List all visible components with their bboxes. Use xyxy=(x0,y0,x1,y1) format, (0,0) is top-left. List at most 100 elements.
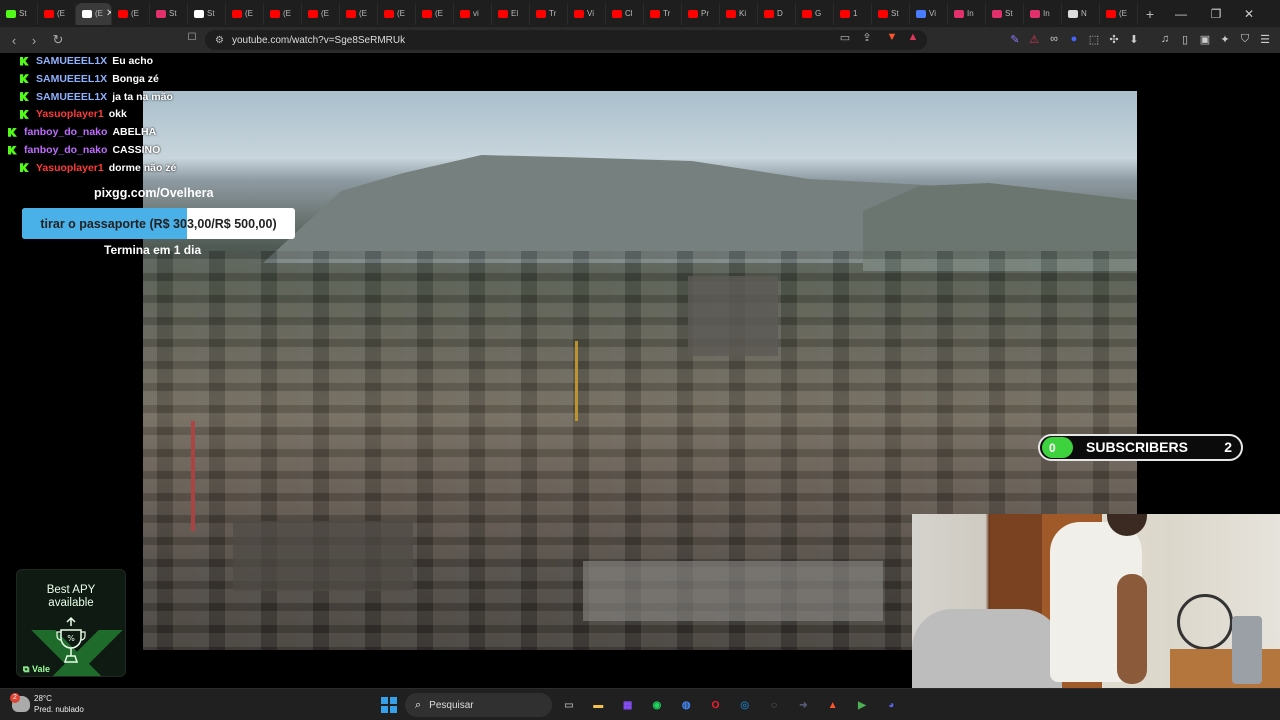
browser-tab[interactable]: (E xyxy=(378,2,416,25)
browser-tab[interactable]: (E xyxy=(264,2,302,25)
app-icon[interactable]: ◌ xyxy=(765,696,783,714)
browser-tab[interactable]: (E✕ xyxy=(76,2,112,25)
forward-button[interactable]: › xyxy=(24,30,44,50)
tab-label: Vi xyxy=(929,9,936,18)
browser-tab[interactable]: (E xyxy=(1100,2,1138,25)
window-close-button[interactable]: ✕ xyxy=(1232,0,1266,27)
download-icon[interactable]: ⬇ xyxy=(1127,32,1141,46)
browser-tab[interactable]: N xyxy=(1062,2,1100,25)
browser-tab[interactable]: (E xyxy=(112,2,150,25)
bottles xyxy=(1232,616,1262,684)
steam-icon[interactable]: ◎ xyxy=(736,696,754,714)
wallet-icon[interactable]: ▣ xyxy=(1198,32,1212,46)
browser-tab[interactable]: In xyxy=(948,2,986,25)
browser-tab[interactable]: 1 xyxy=(834,2,872,25)
browser-tab[interactable]: (E xyxy=(302,2,340,25)
browser-tab[interactable]: St xyxy=(986,2,1024,25)
browser-tab[interactable]: Vi xyxy=(568,2,606,25)
discord-icon[interactable]: ◕ xyxy=(882,696,900,714)
browser-tab[interactable]: Pr xyxy=(682,2,720,25)
vale-logo-icon: ⧉ xyxy=(23,664,32,674)
mask-icon[interactable]: ∞ xyxy=(1047,32,1061,46)
reload-button[interactable]: ↻ xyxy=(48,30,68,50)
kick-badge-icon xyxy=(20,92,29,102)
chat-username: SAMUEEEL1X xyxy=(36,55,108,67)
tab-label: Pr xyxy=(701,9,709,18)
new-tab-button[interactable]: + xyxy=(1138,6,1162,22)
circle-ext-icon[interactable]: ● xyxy=(1067,32,1081,46)
notification-badge: 2 xyxy=(10,693,20,703)
browser-tab[interactable]: St xyxy=(872,2,910,25)
tab-favicon-icon xyxy=(764,9,774,18)
browser-tab[interactable]: Cl xyxy=(606,2,644,25)
browser-tab[interactable]: In xyxy=(1024,2,1062,25)
tab-favicon-icon xyxy=(422,9,432,18)
opera-icon[interactable]: O xyxy=(707,696,725,714)
browser-tab[interactable]: vi xyxy=(454,2,492,25)
browser-tab[interactable]: (E xyxy=(340,2,378,25)
weather-widget[interactable]: 2 28°C Pred. nublado xyxy=(10,693,84,715)
puzzle-icon[interactable]: ✣ xyxy=(1107,32,1121,46)
red-ext-icon[interactable]: ⚠ xyxy=(1027,32,1041,46)
browser-tab[interactable]: St xyxy=(0,2,38,25)
webcam-overlay xyxy=(912,514,1280,689)
sidebar-icon[interactable]: ▯ xyxy=(1178,32,1192,46)
square-ext-icon[interactable]: ⬚ xyxy=(1087,32,1101,46)
tab-favicon-icon xyxy=(612,9,622,18)
chrome-icon[interactable]: ◍ xyxy=(677,696,695,714)
sparkle-icon[interactable]: ✦ xyxy=(1218,32,1232,46)
menu-icon[interactable]: ☰ xyxy=(1258,32,1272,46)
share-icon[interactable]: ⇪ xyxy=(860,30,874,44)
file-explorer-icon[interactable]: ▬ xyxy=(589,696,607,714)
fan xyxy=(1177,594,1233,650)
taskbar-search[interactable]: ⌕ Pesquisar xyxy=(405,693,552,717)
tab-label: (E xyxy=(1119,9,1127,18)
address-bar[interactable]: ⚙ youtube.com/watch?v=Sge8SeRMRUk xyxy=(205,30,927,50)
tab-favicon-icon xyxy=(1106,9,1116,18)
window-minimize-button[interactable]: — xyxy=(1164,0,1198,27)
browser-tab[interactable]: El xyxy=(492,2,530,25)
bookmark-icon[interactable]: ☐ xyxy=(185,30,199,44)
kick-badge-icon xyxy=(20,109,29,119)
site-settings-icon[interactable]: ⚙ xyxy=(215,35,224,46)
play-app-icon[interactable]: ▶ xyxy=(853,696,871,714)
chat-username: fanboy_do_nako xyxy=(24,126,108,139)
browser-tab[interactable]: St xyxy=(188,2,226,25)
window-maximize-button[interactable]: ❐ xyxy=(1199,0,1233,27)
browser-tab[interactable]: (E xyxy=(226,2,264,25)
red-crane xyxy=(191,421,195,531)
brave-icon[interactable]: ▲ xyxy=(824,696,842,714)
tab-favicon-icon xyxy=(118,9,128,18)
browser-tab[interactable]: Vi xyxy=(910,2,948,25)
goal-ends-text: Termina em 1 dia xyxy=(104,243,202,257)
browser-tab[interactable]: (E xyxy=(38,2,76,25)
start-button[interactable] xyxy=(381,697,397,713)
brave-shields-icon[interactable]: ▼ xyxy=(885,30,899,44)
shield-icon[interactable]: ⛉ xyxy=(1238,32,1252,46)
browser-tab[interactable]: St xyxy=(150,2,188,25)
spotify-icon[interactable]: ◉ xyxy=(648,696,666,714)
kick-badge-icon xyxy=(8,127,17,137)
brave-rewards-icon[interactable]: ▲ xyxy=(906,30,920,44)
tab-favicon-icon xyxy=(460,9,470,18)
tab-label: St xyxy=(891,9,899,18)
arrow-app-icon[interactable]: ➜ xyxy=(794,696,812,714)
cast-icon[interactable]: ▭ xyxy=(838,30,852,44)
browser-tab[interactable]: Tr xyxy=(530,2,568,25)
app-grid-icon[interactable]: ▦ xyxy=(619,696,637,714)
tab-label: (E xyxy=(283,9,291,18)
rooftops xyxy=(233,521,413,591)
music-icon[interactable]: ♫ xyxy=(1158,32,1172,46)
brush-icon[interactable]: ✎ xyxy=(1008,32,1022,46)
ad-banner[interactable]: Best APY available % ⧉ Vale xyxy=(16,569,126,677)
task-view-icon[interactable]: ▭ xyxy=(560,696,578,714)
subscriber-goal: 2 xyxy=(1224,439,1232,455)
browser-tab[interactable]: G xyxy=(796,2,834,25)
browser-tab[interactable]: (E xyxy=(416,2,454,25)
browser-tab[interactable]: Ki xyxy=(720,2,758,25)
tab-favicon-icon xyxy=(726,9,736,18)
back-button[interactable]: ‹ xyxy=(4,30,24,50)
browser-tab[interactable]: D xyxy=(758,2,796,25)
yellow-crane xyxy=(575,341,578,421)
browser-tab[interactable]: Tr xyxy=(644,2,682,25)
